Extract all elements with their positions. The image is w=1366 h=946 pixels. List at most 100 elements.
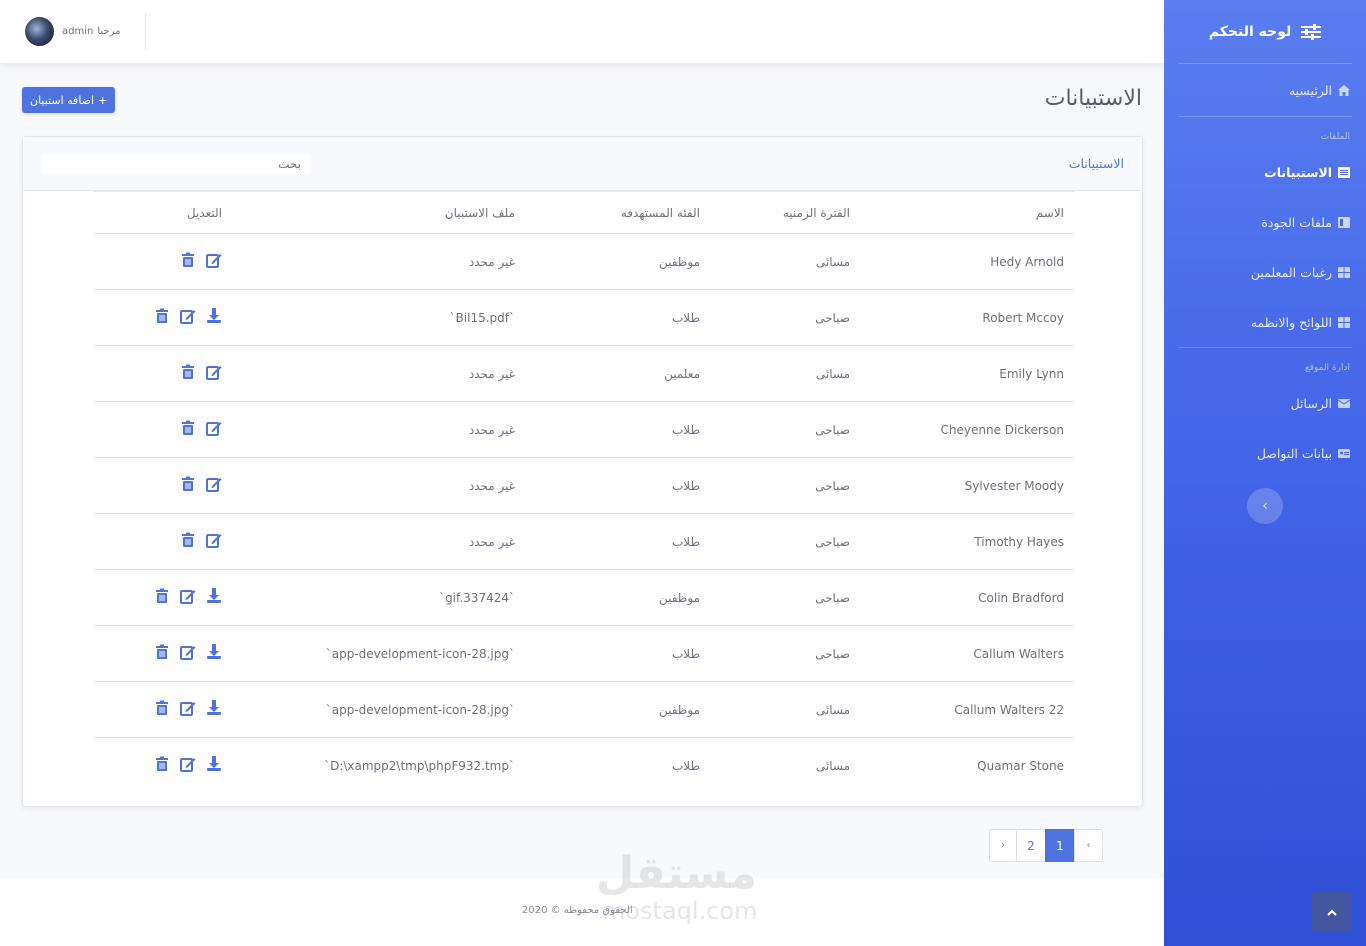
actions-cell <box>93 289 233 346</box>
column-header-edit: التعديل <box>93 191 233 234</box>
scroll-to-top-button[interactable] <box>1312 892 1352 932</box>
topbar-divider <box>145 13 146 49</box>
name-cell: Sylvester Moody <box>861 457 1075 514</box>
sidebar-item-quality-files[interactable]: ملفات الجودة <box>1164 197 1366 247</box>
user-greeting[interactable]: مرحبا admin <box>62 26 120 37</box>
target-cell: طلاب <box>526 457 711 514</box>
table-row: Callum Walters صباحى طلاب `app-development-… <box>93 625 1075 682</box>
greeting-text: مرحبا <box>97 26 121 37</box>
row-actions <box>104 644 222 663</box>
surveys-table: الاسم الفترة الزمنيه الفئه المستهدفه ملف… <box>93 191 1075 794</box>
download-icon[interactable] <box>206 700 222 719</box>
table-row: Emily Lynn مسائى معلمين غير محدد <box>93 345 1075 402</box>
sidebar-item-surveys[interactable]: الاستبيانات <box>1164 147 1366 197</box>
download-icon[interactable] <box>206 644 222 663</box>
row-actions <box>104 756 222 775</box>
trash-icon[interactable] <box>180 476 196 495</box>
actions-cell <box>93 513 233 570</box>
row-actions <box>104 364 222 383</box>
page-title: الاستبيانات <box>1044 86 1142 111</box>
trash-icon[interactable] <box>154 700 170 719</box>
target-cell: طلاب <box>526 513 711 570</box>
trash-icon[interactable] <box>180 364 196 383</box>
row-actions <box>104 420 222 439</box>
trash-icon[interactable] <box>180 420 196 439</box>
sidebar-item-messages[interactable]: الرسائل <box>1164 378 1366 428</box>
table-row: Cheyenne Dickerson صباحى طلاب غير محدد <box>93 401 1075 458</box>
avatar[interactable] <box>25 17 54 46</box>
table-row: Callum Walters 22 مسائى موظفين `app-develop… <box>93 681 1075 738</box>
time-cell: صباحى <box>711 457 861 514</box>
download-icon[interactable] <box>206 756 222 775</box>
trash-icon[interactable] <box>154 588 170 607</box>
card-header: الاستبيانات <box>23 137 1142 191</box>
sidebar-item-contact-info[interactable]: بيانات التواصل <box>1164 428 1366 478</box>
add-survey-button[interactable]: + اضافه استبيان <box>22 87 116 113</box>
name-cell: Colin Bradford <box>861 569 1075 626</box>
column-header-time[interactable]: الفترة الزمنيه <box>711 191 861 234</box>
edit-icon[interactable] <box>180 700 196 719</box>
edit-icon[interactable] <box>206 420 222 439</box>
actions-cell <box>93 345 233 402</box>
table-row: Sylvester Moody صباحى طلاب غير محدد <box>93 457 1075 514</box>
file-cell: `app-development-icon-28.jpg` <box>233 625 526 682</box>
table-row: Robert Mccoy صباحى طلاب `Bil15.pdf` <box>93 289 1075 346</box>
copyright-text: الحقوق محفوظه © 2020 <box>522 905 633 916</box>
target-cell: معلمين <box>526 345 711 402</box>
column-header-target[interactable]: الفئه المستهدفه <box>526 191 711 234</box>
actions-cell <box>93 401 233 458</box>
file-cell: غير محدد <box>233 513 526 570</box>
trash-icon[interactable] <box>180 532 196 551</box>
section-label-files: الملفات <box>1320 132 1350 142</box>
table-header-row: الاسم الفترة الزمنيه الفئه المستهدفه ملف… <box>93 191 1075 234</box>
trash-icon[interactable] <box>154 756 170 775</box>
file-cell: غير محدد <box>233 345 526 402</box>
table-row: Hedy Arnold مسائى موظفين غير محدد <box>93 233 1075 290</box>
trash-icon[interactable] <box>154 308 170 327</box>
trash-icon[interactable] <box>154 644 170 663</box>
edit-icon[interactable] <box>206 476 222 495</box>
edit-icon[interactable] <box>206 532 222 551</box>
pagination-page-2[interactable]: 2 <box>1016 829 1046 862</box>
column-header-name[interactable]: الاسم <box>861 191 1075 234</box>
sidebar-divider <box>1178 116 1352 117</box>
download-icon[interactable] <box>206 308 222 327</box>
section-label-site: ادارة الموقع <box>1304 363 1350 373</box>
name-cell: Robert Mccoy <box>861 289 1075 346</box>
sidebar: لوحه التحكم الرئيسيه الملفات الاستبيانات… <box>1164 0 1366 946</box>
edit-icon[interactable] <box>180 588 196 607</box>
search-input[interactable] <box>41 153 311 175</box>
sidebar-item-label: الرئيسيه <box>1288 82 1332 98</box>
name-cell: Callum Walters <box>861 625 1075 682</box>
trash-icon[interactable] <box>180 252 196 271</box>
edit-icon[interactable] <box>180 308 196 327</box>
sidebar-brand[interactable]: لوحه التحكم <box>1164 0 1366 63</box>
edit-icon[interactable] <box>180 756 196 775</box>
pagination-page-1[interactable]: 1 <box>1045 829 1075 862</box>
edit-icon[interactable] <box>206 364 222 383</box>
card-title: الاستبيانات <box>1068 156 1124 171</box>
time-cell: مسائى <box>711 345 861 402</box>
target-cell: موظفين <box>526 233 711 290</box>
name-cell: Emily Lynn <box>861 345 1075 402</box>
id-card-icon <box>1338 448 1350 458</box>
table-row: Timothy Hayes صباحى طلاب غير محدد <box>93 513 1075 570</box>
time-cell: مسائى <box>711 233 861 290</box>
sidebar-item-teacher-wishes[interactable]: رغبات المعلمين <box>1164 247 1366 297</box>
column-header-file[interactable]: ملف الاستبيان <box>233 191 526 234</box>
watermark-logo: مستقل <box>596 848 757 899</box>
sidebar-item-label: ملفات الجودة <box>1261 214 1332 230</box>
pagination-next[interactable]: › <box>989 829 1017 862</box>
row-actions <box>104 252 222 271</box>
envelope-icon <box>1338 398 1350 408</box>
sidebar-item-regulations[interactable]: اللوائح والانظمه <box>1164 297 1366 347</box>
sidebar-item-home[interactable]: الرئيسيه <box>1164 64 1366 116</box>
row-actions <box>104 308 222 327</box>
surveys-card: الاستبيانات الاسم الفترة الزمنيه الفئه ا… <box>22 136 1143 807</box>
sidebar-toggle-button[interactable]: ‹ <box>1247 488 1283 524</box>
user-menu[interactable]: مرحبا admin <box>25 17 120 46</box>
edit-icon[interactable] <box>206 252 222 271</box>
pagination-prev[interactable]: ‹ <box>1074 829 1103 862</box>
download-icon[interactable] <box>206 588 222 607</box>
edit-icon[interactable] <box>180 644 196 663</box>
